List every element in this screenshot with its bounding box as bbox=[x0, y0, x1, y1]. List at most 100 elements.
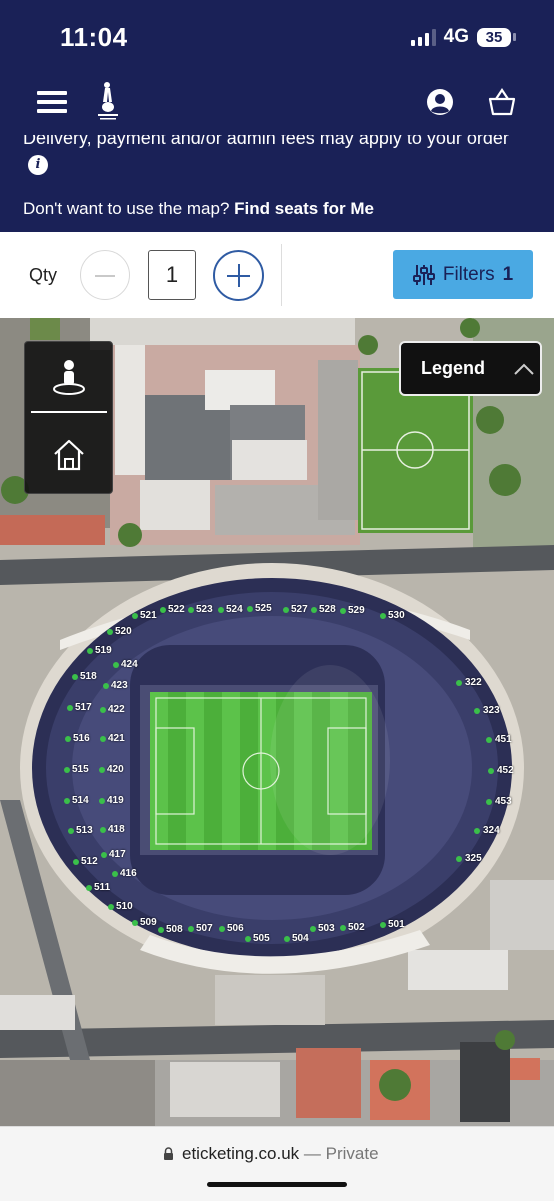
available-seat-dot[interactable] bbox=[160, 607, 166, 613]
section-label-522[interactable]: 522 bbox=[168, 605, 185, 615]
section-label-422[interactable]: 422 bbox=[108, 705, 125, 715]
quantity-field[interactable]: 1 bbox=[148, 250, 196, 300]
section-label-502[interactable]: 502 bbox=[348, 923, 365, 933]
section-label-324[interactable]: 324 bbox=[483, 826, 500, 836]
section-label-521[interactable]: 521 bbox=[140, 611, 157, 621]
available-seat-dot[interactable] bbox=[474, 708, 480, 714]
available-seat-dot[interactable] bbox=[67, 705, 73, 711]
section-label-506[interactable]: 506 bbox=[227, 924, 244, 934]
available-seat-dot[interactable] bbox=[86, 885, 92, 891]
section-label-511[interactable]: 511 bbox=[94, 883, 110, 893]
section-label-420[interactable]: 420 bbox=[107, 765, 124, 775]
available-seat-dot[interactable] bbox=[108, 904, 114, 910]
basket-icon[interactable] bbox=[487, 87, 517, 117]
section-label-518[interactable]: 518 bbox=[80, 672, 97, 682]
section-label-507[interactable]: 507 bbox=[196, 924, 213, 934]
section-label-530[interactable]: 530 bbox=[388, 611, 405, 621]
available-seat-dot[interactable] bbox=[99, 798, 105, 804]
section-label-504[interactable]: 504 bbox=[292, 934, 309, 944]
increase-quantity-button[interactable] bbox=[213, 250, 264, 301]
section-label-452[interactable]: 452 bbox=[497, 766, 514, 776]
section-label-528[interactable]: 528 bbox=[319, 605, 336, 615]
available-seat-dot[interactable] bbox=[188, 607, 194, 613]
section-label-527[interactable]: 527 bbox=[291, 605, 308, 615]
section-label-505[interactable]: 505 bbox=[253, 934, 270, 944]
available-seat-dot[interactable] bbox=[380, 613, 386, 619]
available-seat-dot[interactable] bbox=[64, 767, 70, 773]
available-seat-dot[interactable] bbox=[132, 613, 138, 619]
section-label-325[interactable]: 325 bbox=[465, 854, 482, 864]
club-crest-logo[interactable] bbox=[94, 80, 122, 122]
available-seat-dot[interactable] bbox=[219, 926, 225, 932]
section-label-525[interactable]: 525 bbox=[255, 604, 272, 614]
available-seat-dot[interactable] bbox=[188, 926, 194, 932]
section-label-512[interactable]: 512 bbox=[81, 857, 98, 867]
find-seats-link[interactable]: Find seats for Me bbox=[234, 199, 374, 218]
section-label-417[interactable]: 417 bbox=[109, 850, 126, 860]
person-view-icon[interactable] bbox=[52, 358, 86, 396]
info-icon[interactable]: i bbox=[28, 155, 48, 175]
section-label-516[interactable]: 516 bbox=[73, 734, 90, 744]
available-seat-dot[interactable] bbox=[380, 922, 386, 928]
section-label-503[interactable]: 503 bbox=[318, 924, 335, 934]
available-seat-dot[interactable] bbox=[100, 707, 106, 713]
section-label-514[interactable]: 514 bbox=[72, 796, 89, 806]
available-seat-dot[interactable] bbox=[218, 607, 224, 613]
section-label-520[interactable]: 520 bbox=[115, 627, 132, 637]
available-seat-dot[interactable] bbox=[112, 871, 118, 877]
section-label-424[interactable]: 424 bbox=[121, 660, 138, 670]
section-label-423[interactable]: 423 bbox=[111, 681, 128, 691]
available-seat-dot[interactable] bbox=[284, 936, 290, 942]
available-seat-dot[interactable] bbox=[107, 629, 113, 635]
available-seat-dot[interactable] bbox=[68, 828, 74, 834]
section-label-524[interactable]: 524 bbox=[226, 605, 243, 615]
section-label-416[interactable]: 416 bbox=[120, 869, 137, 879]
available-seat-dot[interactable] bbox=[64, 798, 70, 804]
available-seat-dot[interactable] bbox=[100, 827, 106, 833]
section-label-322[interactable]: 322 bbox=[465, 678, 482, 688]
home-indicator[interactable] bbox=[207, 1182, 347, 1187]
section-label-515[interactable]: 515 bbox=[72, 765, 89, 775]
section-label-453[interactable]: 453 bbox=[495, 797, 512, 807]
available-seat-dot[interactable] bbox=[99, 767, 105, 773]
available-seat-dot[interactable] bbox=[158, 927, 164, 933]
available-seat-dot[interactable] bbox=[132, 920, 138, 926]
available-seat-dot[interactable] bbox=[247, 606, 253, 612]
available-seat-dot[interactable] bbox=[486, 799, 492, 805]
available-seat-dot[interactable] bbox=[65, 736, 71, 742]
available-seat-dot[interactable] bbox=[486, 737, 492, 743]
decrease-quantity-button[interactable] bbox=[80, 250, 130, 300]
available-seat-dot[interactable] bbox=[87, 648, 93, 654]
section-label-519[interactable]: 519 bbox=[95, 646, 112, 656]
section-label-513[interactable]: 513 bbox=[76, 826, 93, 836]
section-label-451[interactable]: 451 bbox=[495, 735, 512, 745]
available-seat-dot[interactable] bbox=[101, 852, 107, 858]
filters-button[interactable]: Filters 1 bbox=[393, 250, 533, 299]
home-icon[interactable] bbox=[52, 438, 86, 472]
available-seat-dot[interactable] bbox=[283, 607, 289, 613]
legend-toggle-button[interactable]: Legend bbox=[399, 341, 542, 396]
section-label-323[interactable]: 323 bbox=[483, 706, 500, 716]
url-text[interactable]: eticketing.co.uk — Private bbox=[182, 1144, 379, 1164]
account-icon[interactable] bbox=[426, 88, 454, 116]
available-seat-dot[interactable] bbox=[310, 926, 316, 932]
section-label-523[interactable]: 523 bbox=[196, 605, 213, 615]
available-seat-dot[interactable] bbox=[456, 680, 462, 686]
available-seat-dot[interactable] bbox=[488, 768, 494, 774]
available-seat-dot[interactable] bbox=[245, 936, 251, 942]
section-label-508[interactable]: 508 bbox=[166, 925, 183, 935]
section-label-510[interactable]: 510 bbox=[116, 902, 133, 912]
available-seat-dot[interactable] bbox=[73, 859, 79, 865]
section-label-509[interactable]: 509 bbox=[140, 918, 157, 928]
section-label-418[interactable]: 418 bbox=[108, 825, 125, 835]
hamburger-menu-icon[interactable] bbox=[37, 91, 67, 113]
section-label-501[interactable]: 501 bbox=[388, 920, 405, 930]
section-label-421[interactable]: 421 bbox=[108, 734, 125, 744]
available-seat-dot[interactable] bbox=[103, 683, 109, 689]
section-label-419[interactable]: 419 bbox=[107, 796, 124, 806]
available-seat-dot[interactable] bbox=[474, 828, 480, 834]
available-seat-dot[interactable] bbox=[340, 608, 346, 614]
available-seat-dot[interactable] bbox=[340, 925, 346, 931]
available-seat-dot[interactable] bbox=[72, 674, 78, 680]
section-label-517[interactable]: 517 bbox=[75, 703, 92, 713]
